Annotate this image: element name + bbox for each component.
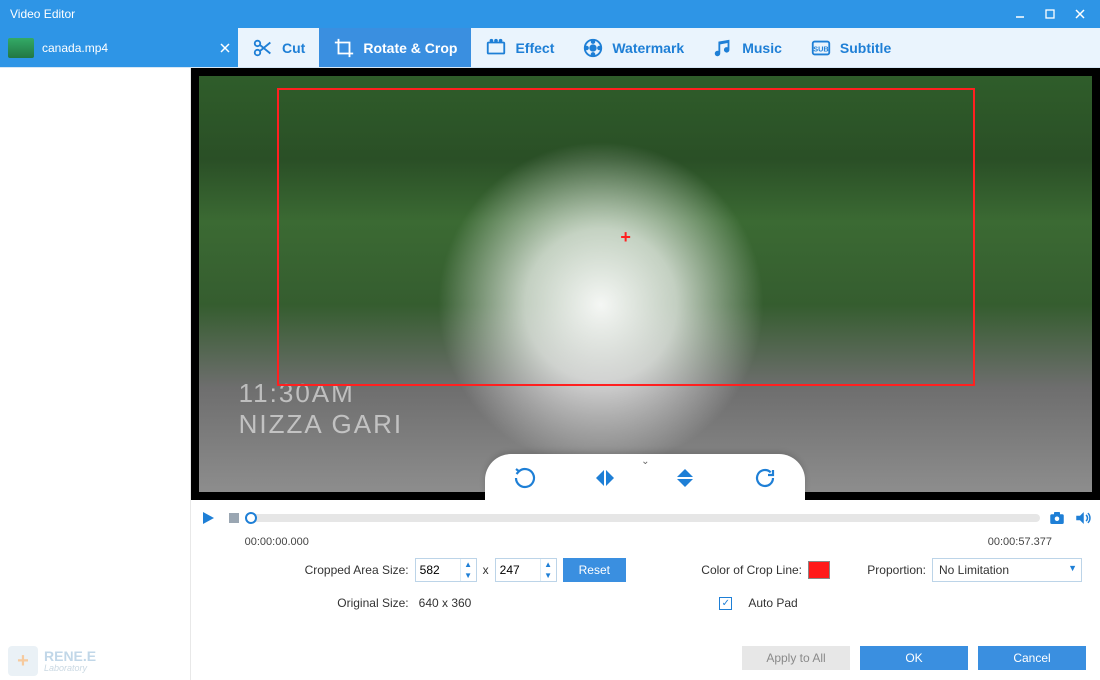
original-size-value: 640 x 360 [419, 596, 472, 610]
current-time: 00:00:00.000 [245, 536, 309, 548]
crop-settings: Cropped Area Size: ▲▼ x ▲▼ Reset Color o… [191, 548, 1100, 610]
flip-vertical-button[interactable] [670, 463, 700, 493]
crop-width-field[interactable] [416, 563, 460, 577]
label-cropped-size: Cropped Area Size: [209, 563, 409, 577]
sidebar: + RENE.E Laboratory [0, 68, 191, 680]
ok-button[interactable]: OK [860, 646, 968, 670]
dialog-buttons: Apply to All OK Cancel [742, 646, 1086, 670]
crop-height-field[interactable] [496, 563, 540, 577]
apply-all-button[interactable]: Apply to All [742, 646, 850, 670]
tab-subtitle[interactable]: SUB Subtitle [796, 28, 905, 67]
time-labels: 00:00:00.000 00:00:57.377 [191, 536, 1100, 548]
crop-color-swatch[interactable] [808, 561, 830, 579]
tab-cut[interactable]: Cut [238, 28, 319, 67]
proportion-value: No Limitation [939, 563, 1009, 577]
brand-logo: + RENE.E Laboratory [8, 646, 96, 676]
tab-watermark[interactable]: Watermark [568, 28, 698, 67]
crop-icon [333, 37, 355, 59]
play-button[interactable] [199, 509, 217, 527]
subtitle-icon: SUB [810, 37, 832, 59]
label-crop-color: Color of Crop Line: [632, 563, 802, 577]
minimize-button[interactable] [1006, 4, 1034, 24]
file-tab-close-icon[interactable] [218, 41, 232, 55]
music-icon [712, 37, 734, 59]
maximize-button[interactable] [1036, 4, 1064, 24]
tab-label: Effect [515, 40, 554, 56]
flip-horizontal-button[interactable] [590, 463, 620, 493]
tab-effect[interactable]: Effect [471, 28, 568, 67]
label-proportion: Proportion: [836, 563, 926, 577]
tool-tabs: Cut Rotate & Crop Effect Watermark Music… [238, 28, 1100, 67]
video-text-overlay: 11:30AM NIZZA GARI [239, 378, 403, 440]
width-up[interactable]: ▲ [460, 559, 476, 570]
height-up[interactable]: ▲ [540, 559, 556, 570]
content-area: 11:30AM NIZZA GARI + ⌄ 00:0 [191, 68, 1100, 680]
width-down[interactable]: ▼ [460, 570, 476, 581]
overlay-line-2: NIZZA GARI [239, 409, 403, 440]
tab-label: Cut [282, 40, 305, 56]
refresh-button[interactable] [750, 463, 780, 493]
transform-panel: ⌄ [485, 454, 805, 500]
reset-button[interactable]: Reset [563, 558, 626, 582]
window-title: Video Editor [10, 7, 1006, 21]
stop-button[interactable] [225, 509, 243, 527]
autopad-label: Auto Pad [748, 596, 797, 610]
volume-button[interactable] [1074, 509, 1092, 527]
seek-track[interactable] [251, 514, 1040, 522]
label-original-size: Original Size: [209, 596, 409, 610]
x-separator: x [483, 563, 489, 577]
tab-music[interactable]: Music [698, 28, 796, 67]
window-controls [1006, 4, 1094, 24]
crop-height-input[interactable]: ▲▼ [495, 558, 557, 582]
crop-center-icon: + [619, 230, 633, 244]
total-time: 00:00:57.377 [988, 536, 1052, 548]
crop-width-input[interactable]: ▲▼ [415, 558, 477, 582]
file-thumbnail [8, 38, 34, 58]
tab-label: Music [742, 40, 782, 56]
seek-knob[interactable] [245, 512, 257, 524]
tab-label: Rotate & Crop [363, 40, 457, 56]
effect-icon [485, 37, 507, 59]
close-button[interactable] [1066, 4, 1094, 24]
video-preview[interactable]: 11:30AM NIZZA GARI + ⌄ [191, 68, 1100, 500]
rotate-cw-button[interactable] [510, 463, 540, 493]
proportion-select[interactable]: No Limitation [932, 558, 1082, 582]
autopad-checkbox[interactable]: ✓ [719, 597, 732, 610]
logo-mark-icon: + [8, 646, 38, 676]
title-bar: Video Editor [0, 0, 1100, 28]
file-name: canada.mp4 [42, 41, 218, 55]
watermark-icon [582, 37, 604, 59]
tab-label: Subtitle [840, 40, 891, 56]
logo-brand: RENE.E [44, 649, 96, 663]
chevron-down-icon[interactable]: ⌄ [641, 456, 649, 467]
tab-rotate-crop[interactable]: Rotate & Crop [319, 28, 471, 67]
top-row: canada.mp4 Cut Rotate & Crop Effect Wate… [0, 28, 1100, 68]
height-down[interactable]: ▼ [540, 570, 556, 581]
main-area: + RENE.E Laboratory 11:30AM NIZZA GARI +… [0, 68, 1100, 680]
scissors-icon [252, 37, 274, 59]
crop-rectangle[interactable]: + [277, 88, 975, 386]
cancel-button[interactable]: Cancel [978, 646, 1086, 670]
svg-text:SUB: SUB [813, 44, 828, 53]
snapshot-button[interactable] [1048, 509, 1066, 527]
logo-sub: Laboratory [44, 663, 96, 673]
tab-label: Watermark [612, 40, 684, 56]
playback-bar [191, 500, 1100, 536]
file-tab[interactable]: canada.mp4 [0, 28, 238, 67]
